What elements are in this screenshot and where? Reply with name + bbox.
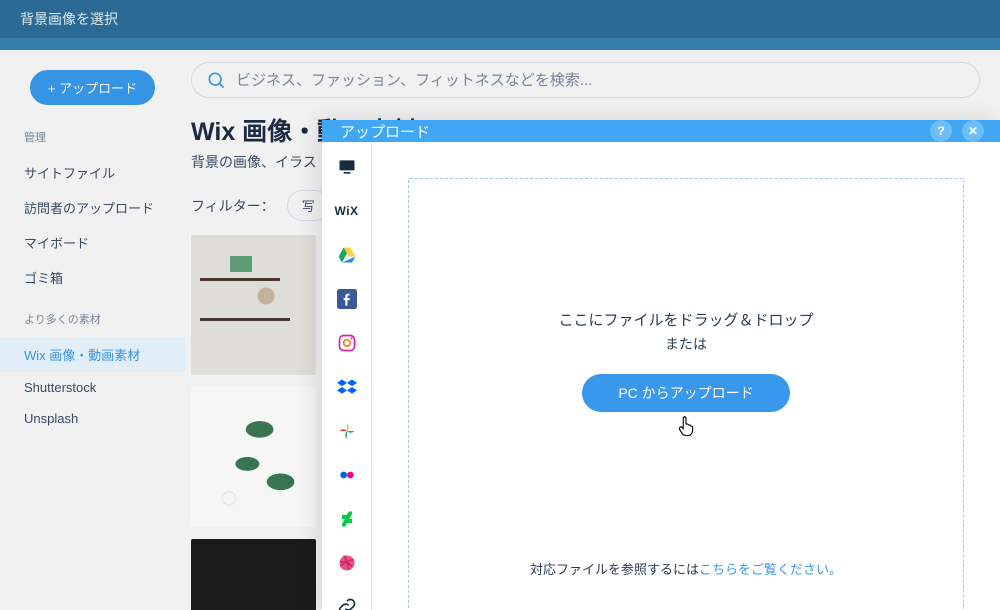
drop-or-label: または bbox=[558, 334, 813, 354]
sidebar-item-wix-media[interactable]: Wix 画像・動画素材 bbox=[0, 337, 185, 372]
drop-footer-link[interactable]: こちらをご覧ください。 bbox=[699, 562, 842, 577]
drop-instruction: ここにファイルをドラッグ＆ドロップ bbox=[558, 309, 813, 330]
dropbox-icon[interactable] bbox=[336, 376, 358, 398]
drop-footer: 対応ファイルを参照するにはこちらをご覧ください。 bbox=[530, 559, 842, 598]
wix-icon[interactable]: WiX bbox=[336, 200, 358, 222]
thumbnail[interactable] bbox=[191, 539, 316, 610]
upload-from-pc-button[interactable]: PC からアップロード bbox=[582, 374, 789, 412]
title-bar-text: 背景画像を選択 bbox=[20, 9, 118, 29]
sidebar-section-manage-label: 管理 bbox=[0, 129, 185, 155]
drop-area[interactable]: ここにファイルをドラッグ＆ドロップ または PC からアップロード 対応ファイル… bbox=[408, 178, 964, 610]
link-url-icon[interactable] bbox=[336, 596, 358, 610]
app-root: 背景画像を選択 + アップロード 管理 サイトファイル 訪問者のアップロード マ… bbox=[0, 0, 1000, 610]
filter-label: フィルター： bbox=[191, 196, 275, 216]
sidebar-item-trash[interactable]: ゴミ箱 bbox=[0, 260, 185, 295]
upload-modal: アップロード ? ✕ WiX bbox=[322, 120, 1000, 610]
drop-center: ここにファイルをドラッグ＆ドロップ または PC からアップロード bbox=[558, 309, 813, 443]
sidebar-item-my-boards[interactable]: マイボード bbox=[0, 225, 185, 260]
upload-button[interactable]: + アップロード bbox=[30, 70, 155, 105]
search-icon bbox=[206, 70, 226, 90]
my-computer-icon[interactable] bbox=[336, 156, 358, 178]
thumbnail[interactable] bbox=[191, 235, 316, 375]
deviantart-icon[interactable] bbox=[336, 508, 358, 530]
close-button[interactable]: ✕ bbox=[962, 120, 984, 142]
facebook-icon[interactable] bbox=[336, 288, 358, 310]
title-bar: 背景画像を選択 bbox=[0, 0, 1000, 38]
upload-modal-body: WiX bbox=[322, 142, 1000, 610]
cursor-hand-icon bbox=[558, 414, 813, 443]
search-input[interactable] bbox=[234, 71, 965, 90]
sidebar-item-shutterstock[interactable]: Shutterstock bbox=[0, 372, 185, 403]
search-box[interactable] bbox=[191, 62, 980, 98]
search-row bbox=[185, 50, 1000, 108]
upload-modal-header: アップロード ? ✕ bbox=[322, 120, 1000, 142]
sidebar-item-unsplash[interactable]: Unsplash bbox=[0, 403, 185, 434]
dribbble-icon[interactable] bbox=[336, 552, 358, 574]
sidebar-item-visitor-uploads[interactable]: 訪問者のアップロード bbox=[0, 190, 185, 225]
drop-footer-text: 対応ファイルを参照するには bbox=[530, 562, 699, 577]
instagram-icon[interactable] bbox=[336, 332, 358, 354]
drop-area-wrap: ここにファイルをドラッグ＆ドロップ または PC からアップロード 対応ファイル… bbox=[372, 142, 1000, 610]
flickr-icon[interactable] bbox=[336, 464, 358, 486]
google-drive-icon[interactable] bbox=[336, 244, 358, 266]
sidebar-item-site-files[interactable]: サイトファイル bbox=[0, 155, 185, 190]
upload-modal-title: アップロード bbox=[340, 121, 430, 142]
google-photos-icon[interactable] bbox=[336, 420, 358, 442]
help-button[interactable]: ? bbox=[930, 120, 952, 142]
thumbnail[interactable] bbox=[191, 387, 316, 527]
upload-source-bar: WiX bbox=[322, 142, 372, 610]
sidebar-section-more-label: より多くの素材 bbox=[0, 311, 185, 337]
title-bar-accent bbox=[0, 38, 1000, 50]
sidebar: + アップロード 管理 サイトファイル 訪問者のアップロード マイボード ゴミ箱… bbox=[0, 50, 185, 610]
